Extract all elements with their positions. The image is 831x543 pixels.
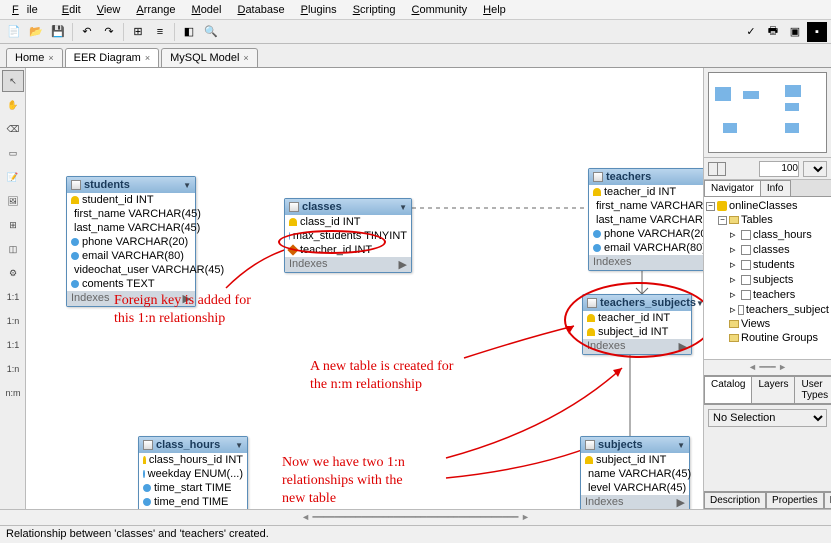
rel-11-id-icon[interactable]: 1:1 <box>2 334 24 356</box>
menu-help[interactable]: Help <box>475 2 514 17</box>
sidebar-tab-info[interactable]: Info <box>760 180 791 196</box>
close-icon[interactable]: × <box>48 53 53 63</box>
tb-undo-icon[interactable]: ↶ <box>77 22 97 42</box>
pointer-tool-icon[interactable]: ↖ <box>2 70 24 92</box>
table-subjects[interactable]: subjects▼ subject_id INT name VARCHAR(45… <box>580 436 690 509</box>
table-teachers[interactable]: teachers▼ teacher_id INT first_name VARC… <box>588 168 703 271</box>
eraser-tool-icon[interactable]: ⌫ <box>2 118 24 140</box>
tab-mysql-model[interactable]: MySQL Model× <box>161 48 258 67</box>
tb-validate-icon[interactable]: ✓ <box>741 22 761 42</box>
menu-scripting[interactable]: Scripting <box>345 2 404 17</box>
tb-model-icon[interactable]: ◧ <box>179 22 199 42</box>
tb-new-icon[interactable]: 📄 <box>4 22 24 42</box>
bottom-tab-description[interactable]: Description <box>704 492 766 509</box>
close-icon[interactable]: × <box>145 53 150 63</box>
rel-1n-id-icon[interactable]: 1:n <box>2 358 24 380</box>
table-icon <box>741 275 751 285</box>
tb-terminal-icon[interactable]: ▪ <box>807 22 827 42</box>
table-tool-icon[interactable]: ⊞ <box>2 214 24 236</box>
table-icon <box>741 245 751 255</box>
tb-grid-icon[interactable]: ⊞ <box>128 22 148 42</box>
menu-view[interactable]: View <box>89 2 129 17</box>
tree-scrollbar[interactable]: ◄ ━━━ ► <box>704 359 831 375</box>
bottom-tab-properties[interactable]: Properties <box>766 492 824 509</box>
properties-panel: No Selection <box>704 404 831 491</box>
tb-redo-icon[interactable]: ↷ <box>99 22 119 42</box>
menu-edit[interactable]: Edit <box>54 2 89 17</box>
main-toolbar: 📄 📂 💾 ↶ ↷ ⊞ ≡ ◧ 🔍 ✓ 🖶 ▣ ▪ <box>0 20 831 44</box>
view-tool-icon[interactable]: ◫ <box>2 238 24 260</box>
menu-file[interactable]: File <box>4 2 54 17</box>
table-icon <box>741 290 751 300</box>
canvas-scrollbar[interactable]: ◄ ━━━━━━━━━━━━━━━━━━━━━━━━━━━━━━━━━━━━━━… <box>0 509 831 525</box>
menu-plugins[interactable]: Plugins <box>293 2 345 17</box>
catalog-tab-usertypes[interactable]: User Types <box>794 376 831 403</box>
database-icon <box>717 201 727 211</box>
side-panel: Navigator Info −onlineClasses −Tables ▹c… <box>703 68 831 509</box>
close-icon[interactable]: × <box>243 53 248 63</box>
selection-dropdown[interactable]: No Selection <box>708 409 827 427</box>
hand-tool-icon[interactable]: ✋ <box>2 94 24 116</box>
routine-tool-icon[interactable]: ⚙ <box>2 262 24 284</box>
menu-model[interactable]: Model <box>184 2 230 17</box>
diagram-overview[interactable] <box>704 68 831 158</box>
tb-open-icon[interactable]: 📂 <box>26 22 46 42</box>
tb-search-icon[interactable]: 🔍 <box>201 22 221 42</box>
document-tabs: Home× EER Diagram× MySQL Model× <box>0 44 831 68</box>
menu-arrange[interactable]: Arrange <box>128 2 183 17</box>
annotation-text: A new table is created for the n:m relat… <box>310 358 453 394</box>
table-class-hours[interactable]: class_hours▼ class_hours_id INT weekday … <box>138 436 248 509</box>
catalog-tab-catalog[interactable]: Catalog <box>704 376 752 403</box>
table-icon <box>741 230 751 240</box>
tb-print-icon[interactable]: 🖶 <box>763 22 783 42</box>
menu-bar: File Edit View Arrange Model Database Pl… <box>0 0 831 20</box>
zoom-controls <box>704 158 831 180</box>
table-icon <box>738 305 744 315</box>
folder-icon <box>729 216 739 224</box>
folder-icon <box>729 320 739 328</box>
menu-database[interactable]: Database <box>229 2 292 17</box>
bottom-tab-history[interactable]: History <box>824 492 831 509</box>
zoom-select[interactable] <box>803 161 827 177</box>
tab-eer-diagram[interactable]: EER Diagram× <box>65 48 160 67</box>
table-students[interactable]: students▼ student_id INT first_name VARC… <box>66 176 196 307</box>
table-icon <box>741 260 751 270</box>
tab-home[interactable]: Home× <box>6 48 63 67</box>
rel-11-nonid-icon[interactable]: 1:1 <box>2 286 24 308</box>
tb-export-icon[interactable]: ▣ <box>785 22 805 42</box>
catalog-tab-layers[interactable]: Layers <box>751 376 795 403</box>
note-tool-icon[interactable]: 📝 <box>2 166 24 188</box>
tb-align-icon[interactable]: ≡ <box>150 22 170 42</box>
status-bar: Relationship between 'classes' and 'teac… <box>0 525 831 543</box>
annotation-text: Now we have two 1:n relationships with t… <box>282 454 405 509</box>
annotation-text: Foreign key is added for this 1:n relati… <box>114 292 251 328</box>
rel-nm-icon[interactable]: n:m <box>2 382 24 404</box>
schema-tree[interactable]: −onlineClasses −Tables ▹class_hours ▹cla… <box>704 197 831 359</box>
diagram-toolbox: ↖ ✋ ⌫ ▭ 📝 🖼 ⊞ ◫ ⚙ 1:1 1:n 1:1 1:n n:m <box>0 68 26 509</box>
sidebar-tab-navigator[interactable]: Navigator <box>704 180 761 196</box>
table-teachers-subjects[interactable]: teachers_subjects▼ teacher_id INT subjec… <box>582 294 692 355</box>
tb-save-icon[interactable]: 💾 <box>48 22 68 42</box>
menu-community[interactable]: Community <box>404 2 476 17</box>
folder-icon <box>729 334 739 342</box>
image-tool-icon[interactable]: 🖼 <box>2 190 24 212</box>
diagram-canvas[interactable]: students▼ student_id INT first_name VARC… <box>26 68 703 509</box>
rel-1n-nonid-icon[interactable]: 1:n <box>2 310 24 332</box>
table-classes[interactable]: classes▼ class_id INT max_students TINYI… <box>284 198 412 273</box>
zoom-input[interactable] <box>759 161 799 177</box>
layer-tool-icon[interactable]: ▭ <box>2 142 24 164</box>
